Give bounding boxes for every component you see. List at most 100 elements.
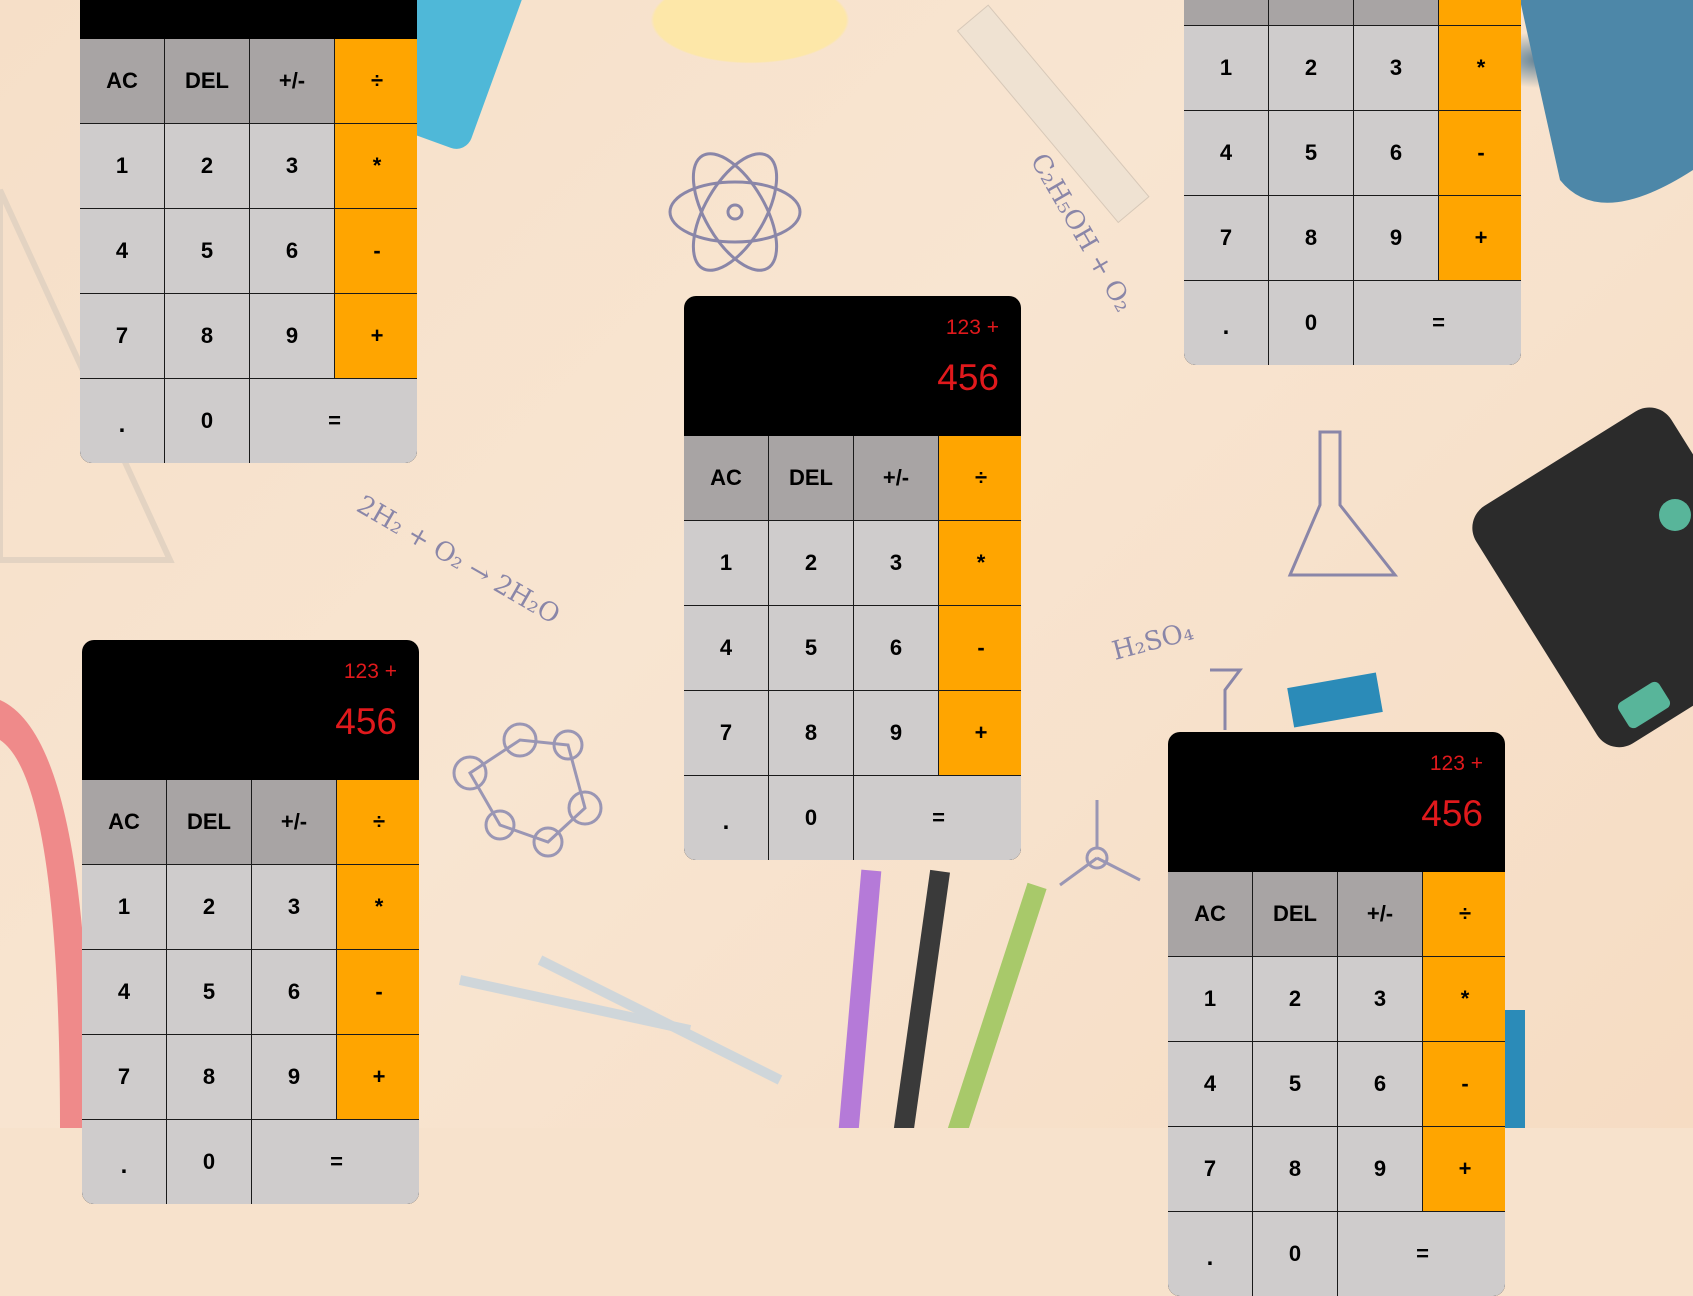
negate-button[interactable]: +/- <box>1354 0 1438 25</box>
subtract-button[interactable]: - <box>337 950 419 1034</box>
digit-4-button[interactable]: 4 <box>80 209 164 293</box>
add-button[interactable]: + <box>335 294 417 378</box>
multiply-button[interactable]: * <box>337 865 419 949</box>
negate-button[interactable]: +/- <box>252 780 336 864</box>
negate-button[interactable]: +/- <box>250 39 334 123</box>
equals-button[interactable]: = <box>1338 1212 1505 1296</box>
multiply-button[interactable]: * <box>939 521 1021 605</box>
decimal-button[interactable]: . <box>82 1120 166 1204</box>
digit-6-button[interactable]: 6 <box>252 950 336 1034</box>
digit-8-button[interactable]: 8 <box>769 691 853 775</box>
digit-3-button[interactable]: 3 <box>854 521 938 605</box>
digit-1-button[interactable]: 1 <box>1184 26 1268 110</box>
digit-5-button[interactable]: 5 <box>1269 111 1353 195</box>
digit-7-button[interactable]: 7 <box>1168 1127 1252 1211</box>
add-button[interactable]: + <box>337 1035 419 1119</box>
digit-6-button[interactable]: 6 <box>1354 111 1438 195</box>
ac-button[interactable]: AC <box>1168 872 1252 956</box>
digit-9-button[interactable]: 9 <box>252 1035 336 1119</box>
digit-0-button[interactable]: 0 <box>167 1120 251 1204</box>
multiply-button[interactable]: * <box>1423 957 1505 1041</box>
multiply-button[interactable]: * <box>1439 26 1521 110</box>
digit-5-button[interactable]: 5 <box>167 950 251 1034</box>
digit-4-button[interactable]: 4 <box>82 950 166 1034</box>
equals-button[interactable]: = <box>252 1120 419 1204</box>
digit-1-button[interactable]: 1 <box>82 865 166 949</box>
digit-0-button[interactable]: 0 <box>1269 281 1353 365</box>
decimal-button[interactable]: . <box>1184 281 1268 365</box>
digit-8-button[interactable]: 8 <box>165 294 249 378</box>
digit-7-button[interactable]: 7 <box>684 691 768 775</box>
delete-button[interactable]: DEL <box>167 780 251 864</box>
add-button[interactable]: + <box>939 691 1021 775</box>
delete-button[interactable]: DEL <box>769 436 853 520</box>
digit-7-button[interactable]: 7 <box>82 1035 166 1119</box>
digit-6-button[interactable]: 6 <box>854 606 938 690</box>
equals-button[interactable]: = <box>854 776 1021 860</box>
decimal-button[interactable]: . <box>684 776 768 860</box>
negate-button[interactable]: +/- <box>854 436 938 520</box>
digit-3-button[interactable]: 3 <box>1354 26 1438 110</box>
subtract-button[interactable]: - <box>939 606 1021 690</box>
subtract-button[interactable]: - <box>1439 111 1521 195</box>
digit-9-button[interactable]: 9 <box>854 691 938 775</box>
digit-9-button[interactable]: 9 <box>250 294 334 378</box>
digit-5-button[interactable]: 5 <box>165 209 249 293</box>
subtract-button[interactable]: - <box>1423 1042 1505 1126</box>
decimal-button[interactable]: . <box>80 379 164 463</box>
digit-0-button[interactable]: 0 <box>1253 1212 1337 1296</box>
previous-operand: 123 + <box>1429 752 1483 775</box>
digit-7-button[interactable]: 7 <box>80 294 164 378</box>
digit-0-button[interactable]: 0 <box>165 379 249 463</box>
digit-9-button[interactable]: 9 <box>1354 196 1438 280</box>
digit-5-button[interactable]: 5 <box>769 606 853 690</box>
digit-8-button[interactable]: 8 <box>167 1035 251 1119</box>
divide-button[interactable]: ÷ <box>1423 872 1505 956</box>
digit-2-button[interactable]: 2 <box>1253 957 1337 1041</box>
subtract-button[interactable]: - <box>335 209 417 293</box>
delete-button[interactable]: DEL <box>1253 872 1337 956</box>
decimal-button[interactable]: . <box>1168 1212 1252 1296</box>
current-operand: 456 <box>335 701 397 742</box>
current-operand: 456 <box>102 0 395 3</box>
divide-button[interactable]: ÷ <box>335 39 417 123</box>
divide-button[interactable]: ÷ <box>1439 0 1521 25</box>
digit-4-button[interactable]: 4 <box>1184 111 1268 195</box>
digit-3-button[interactable]: 3 <box>250 124 334 208</box>
digit-3-button[interactable]: 3 <box>252 865 336 949</box>
divide-button[interactable]: ÷ <box>939 436 1021 520</box>
calculator-center: 123 + 456 AC DEL +/- ÷ 1 2 3 * 4 5 6 - 7… <box>684 296 1021 860</box>
digit-7-button[interactable]: 7 <box>1184 196 1268 280</box>
equals-button[interactable]: = <box>250 379 417 463</box>
digit-2-button[interactable]: 2 <box>769 521 853 605</box>
add-button[interactable]: + <box>1423 1127 1505 1211</box>
ac-button[interactable]: AC <box>82 780 166 864</box>
digit-6-button[interactable]: 6 <box>250 209 334 293</box>
ac-button[interactable]: AC <box>80 39 164 123</box>
ac-button[interactable]: AC <box>1184 0 1268 25</box>
digit-2-button[interactable]: 2 <box>1269 26 1353 110</box>
digit-6-button[interactable]: 6 <box>1338 1042 1422 1126</box>
digit-8-button[interactable]: 8 <box>1269 196 1353 280</box>
digit-2-button[interactable]: 2 <box>167 865 251 949</box>
digit-4-button[interactable]: 4 <box>684 606 768 690</box>
digit-3-button[interactable]: 3 <box>1338 957 1422 1041</box>
delete-button[interactable]: DEL <box>165 39 249 123</box>
digit-4-button[interactable]: 4 <box>1168 1042 1252 1126</box>
negate-button[interactable]: +/- <box>1338 872 1422 956</box>
digit-9-button[interactable]: 9 <box>1338 1127 1422 1211</box>
digit-2-button[interactable]: 2 <box>165 124 249 208</box>
digit-8-button[interactable]: 8 <box>1253 1127 1337 1211</box>
digit-1-button[interactable]: 1 <box>1168 957 1252 1041</box>
digit-1-button[interactable]: 1 <box>684 521 768 605</box>
divide-button[interactable]: ÷ <box>337 780 419 864</box>
delete-button[interactable]: DEL <box>1269 0 1353 25</box>
digit-0-button[interactable]: 0 <box>769 776 853 860</box>
ac-button[interactable]: AC <box>684 436 768 520</box>
digit-1-button[interactable]: 1 <box>80 124 164 208</box>
keypad: AC DEL +/- ÷ 1 2 3 * 4 5 6 - 7 8 9 + . 0… <box>80 39 417 463</box>
add-button[interactable]: + <box>1439 196 1521 280</box>
equals-button[interactable]: = <box>1354 281 1521 365</box>
multiply-button[interactable]: * <box>335 124 417 208</box>
digit-5-button[interactable]: 5 <box>1253 1042 1337 1126</box>
